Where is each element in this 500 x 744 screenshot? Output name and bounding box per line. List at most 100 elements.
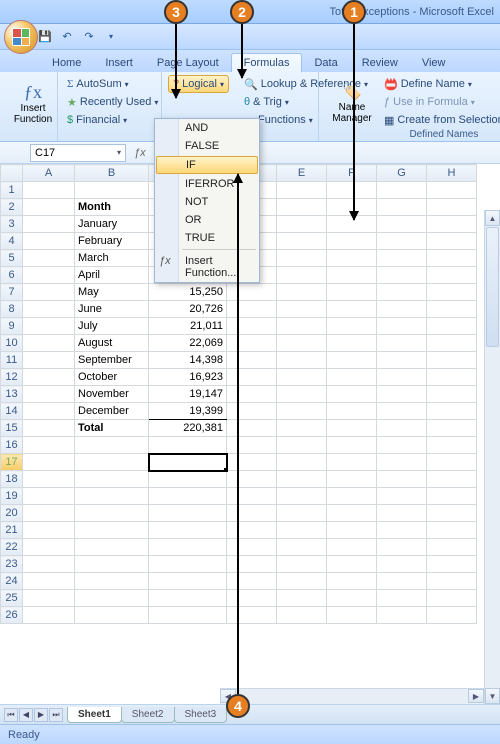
row-header[interactable]: 7 (1, 284, 23, 301)
cell[interactable] (75, 471, 149, 488)
cell[interactable] (327, 318, 377, 335)
cell[interactable]: 21,011 (149, 318, 227, 335)
cell[interactable] (23, 420, 75, 437)
cell[interactable] (427, 284, 477, 301)
cell[interactable] (277, 284, 327, 301)
cell[interactable]: Total (75, 420, 149, 437)
cell[interactable] (149, 471, 227, 488)
cell[interactable] (277, 318, 327, 335)
cell[interactable] (277, 267, 327, 284)
cell[interactable] (377, 590, 427, 607)
cell[interactable] (427, 437, 477, 454)
cell[interactable] (327, 386, 377, 403)
row-header[interactable]: 16 (1, 437, 23, 454)
cell[interactable] (327, 488, 377, 505)
office-button[interactable] (4, 20, 38, 54)
cell[interactable] (427, 369, 477, 386)
cell[interactable] (327, 369, 377, 386)
cell[interactable] (377, 250, 427, 267)
menu-item-if[interactable]: IF (156, 156, 258, 174)
row-header[interactable]: 5 (1, 250, 23, 267)
cell[interactable] (75, 539, 149, 556)
cell[interactable] (377, 454, 427, 471)
cell[interactable] (277, 488, 327, 505)
cell[interactable] (23, 403, 75, 420)
cell[interactable]: November (75, 386, 149, 403)
sheet-nav-next[interactable]: ▶ (34, 708, 48, 722)
scroll-thumb[interactable] (486, 227, 499, 347)
row-header[interactable]: 23 (1, 556, 23, 573)
cell[interactable] (377, 267, 427, 284)
row-header[interactable]: 6 (1, 267, 23, 284)
cell[interactable] (327, 335, 377, 352)
cell[interactable]: February (75, 233, 149, 250)
cell[interactable] (23, 199, 75, 216)
cell[interactable] (277, 250, 327, 267)
column-header[interactable]: G (377, 165, 427, 182)
select-all-corner[interactable] (1, 165, 23, 182)
cell[interactable]: September (75, 352, 149, 369)
cell[interactable] (427, 454, 477, 471)
cell[interactable] (23, 607, 75, 624)
cell[interactable] (427, 199, 477, 216)
cell[interactable] (327, 556, 377, 573)
row-header[interactable]: 15 (1, 420, 23, 437)
cell[interactable] (327, 590, 377, 607)
cell[interactable] (427, 233, 477, 250)
cell[interactable] (377, 573, 427, 590)
cell[interactable] (427, 301, 477, 318)
cell[interactable] (327, 539, 377, 556)
cell[interactable] (277, 539, 327, 556)
row-header[interactable]: 2 (1, 199, 23, 216)
cell[interactable] (277, 505, 327, 522)
cell[interactable] (427, 250, 477, 267)
row-header[interactable]: 11 (1, 352, 23, 369)
cell[interactable] (427, 607, 477, 624)
cell[interactable] (23, 471, 75, 488)
cell[interactable]: 20,726 (149, 301, 227, 318)
cell[interactable] (427, 182, 477, 199)
cell[interactable] (377, 437, 427, 454)
tab-home[interactable]: Home (40, 54, 93, 72)
cell[interactable] (327, 403, 377, 420)
cell[interactable] (327, 522, 377, 539)
cell[interactable] (23, 369, 75, 386)
cell[interactable] (377, 403, 427, 420)
cell[interactable] (23, 556, 75, 573)
cell[interactable] (75, 522, 149, 539)
cell[interactable] (377, 556, 427, 573)
cell[interactable] (427, 216, 477, 233)
cell[interactable] (23, 539, 75, 556)
column-header[interactable]: A (23, 165, 75, 182)
row-header[interactable]: 22 (1, 539, 23, 556)
cell[interactable] (23, 301, 75, 318)
cell[interactable] (277, 301, 327, 318)
cell[interactable] (327, 250, 377, 267)
scroll-right-button[interactable]: ▶ (468, 689, 484, 703)
cell[interactable] (377, 471, 427, 488)
cell[interactable]: December (75, 403, 149, 420)
row-header[interactable]: 19 (1, 488, 23, 505)
cell[interactable] (327, 607, 377, 624)
cell[interactable]: January (75, 216, 149, 233)
vertical-scrollbar[interactable]: ▲ ▼ (484, 210, 500, 704)
name-box[interactable]: C17 ▾ (30, 144, 126, 162)
column-header[interactable]: B (75, 165, 149, 182)
fx-button[interactable]: ƒx (134, 147, 146, 159)
horizontal-scrollbar[interactable]: ◀ ▶ (220, 688, 484, 704)
cell[interactable] (23, 216, 75, 233)
cell[interactable]: 19,147 (149, 386, 227, 403)
cell[interactable] (277, 590, 327, 607)
cell[interactable] (149, 573, 227, 590)
recently-used-button[interactable]: ★Recently Used▾ (64, 93, 155, 111)
cell[interactable] (377, 386, 427, 403)
sheet-tab-sheet1[interactable]: Sheet1 (67, 707, 122, 723)
cell[interactable] (427, 539, 477, 556)
cell[interactable] (277, 522, 327, 539)
cell[interactable] (377, 352, 427, 369)
row-header[interactable]: 4 (1, 233, 23, 250)
row-header[interactable]: 25 (1, 590, 23, 607)
cell[interactable] (377, 216, 427, 233)
cell[interactable] (75, 590, 149, 607)
cell[interactable] (23, 267, 75, 284)
